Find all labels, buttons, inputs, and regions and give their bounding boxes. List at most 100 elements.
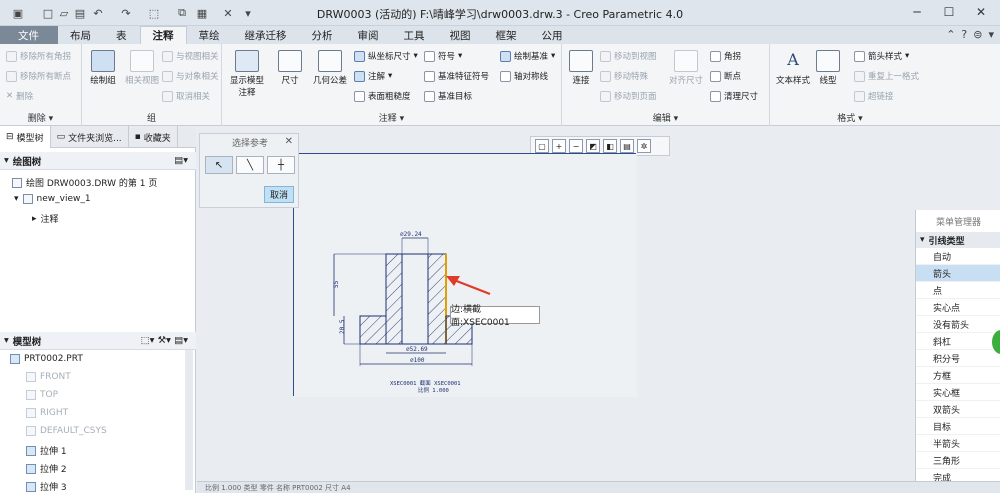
dim-text-base[interactable]: 20.5 [339, 319, 346, 334]
remove-all-jogs-button[interactable]: 移除所有角拐 [6, 50, 71, 62]
tab-table[interactable]: 表 [104, 26, 140, 44]
menu-item-box[interactable]: 方框 [916, 367, 1000, 384]
text-style-button[interactable]: A 文本样式 [774, 50, 812, 86]
tab-analysis[interactable]: 分析 [300, 26, 346, 44]
zoom-out-icon[interactable]: − [569, 139, 583, 153]
minimize-button[interactable]: ─ [906, 3, 928, 21]
tab-file[interactable]: 文件 [0, 26, 58, 44]
tab-folder-browser[interactable]: ▭ 文件夹浏览... [51, 126, 129, 148]
menu-item-arrow[interactable]: 箭头 [916, 265, 1000, 282]
menu-item-double-arrow[interactable]: 双箭头 [916, 401, 1000, 418]
search-icon[interactable]: ⊜ [973, 28, 982, 41]
display-style-icon[interactable]: ◧ [603, 139, 617, 153]
tab-layout[interactable]: 布局 [58, 26, 104, 44]
move-to-page-button[interactable]: 移动到页面 [600, 90, 657, 102]
draw-datum-button[interactable]: 绘制基准 ▾ [500, 50, 555, 62]
tree-item-annotations[interactable]: ▸ 注释 [32, 212, 59, 226]
drawing-tree-header[interactable]: ▾ 绘图树 ▤▾ [0, 152, 196, 170]
cleanup-dimensions-button[interactable]: 清理尺寸 [710, 90, 758, 102]
dim-text-bottom-2[interactable]: ⌀100 [410, 357, 425, 364]
dimension-button[interactable]: 尺寸 [272, 50, 308, 86]
align-dimensions-button[interactable]: 对齐尺寸 [666, 50, 706, 86]
object-related-button[interactable]: 与对象相关 [162, 70, 219, 82]
model-tree-tools-icon[interactable]: ⬚▾ ⚒▾ ▤▾ [141, 335, 188, 346]
minimize-ribbon-icon[interactable]: ⌃ [946, 28, 955, 41]
menu-item-slash[interactable]: 斜杠 [916, 333, 1000, 350]
tree-item-top[interactable]: TOP [26, 390, 58, 400]
repeat-last-format-button[interactable]: 重复上一格式 [854, 70, 919, 82]
move-special-button[interactable]: 移动特殊 [600, 70, 648, 82]
select-line-button[interactable]: ╲ [236, 156, 264, 174]
remove-all-breaks-button[interactable]: 移除所有断点 [6, 70, 71, 82]
tab-view[interactable]: 视图 [438, 26, 484, 44]
zoom-in-icon[interactable]: + [552, 139, 566, 153]
menu-item-dot[interactable]: 点 [916, 282, 1000, 299]
note-button[interactable]: 注解 ▾ [354, 70, 392, 82]
refit-icon[interactable]: ▢ [535, 139, 549, 153]
tab-model-tree[interactable]: ⊟ 模型树 [0, 126, 51, 148]
delete-button[interactable]: ✕ 删除 [6, 90, 33, 102]
maximize-button[interactable]: ☐ [938, 3, 960, 21]
connect-button[interactable]: 连接 [566, 50, 596, 86]
tree-item-drawing-sheet[interactable]: 绘图 DRW0003.DRW 的第 1 页 [12, 176, 157, 189]
delete-group-label[interactable]: 删除 ▾ [0, 111, 81, 124]
surface-finish-button[interactable]: 表面粗糙度 [354, 90, 411, 102]
menu-item-no-arrow[interactable]: 没有箭头 [916, 316, 1000, 333]
break-button[interactable]: 断点 [710, 70, 741, 82]
tab-legacy-migration[interactable]: 继承迁移 [233, 26, 300, 44]
edit-group-label[interactable]: 编辑 ▾ [562, 111, 769, 124]
select-pointer-button[interactable]: ↖ [205, 156, 233, 174]
annotation-group-label[interactable]: 注释 ▾ [222, 111, 561, 124]
tab-sketch[interactable]: 草绘 [187, 26, 233, 44]
tab-review[interactable]: 审阅 [346, 26, 392, 44]
menu-item-filled-box[interactable]: 实心框 [916, 384, 1000, 401]
tree-item-new-view[interactable]: ▾ new_view_1 [14, 194, 91, 204]
axis-symmetry-line-button[interactable]: 轴对称线 [500, 70, 548, 82]
datum-target-button[interactable]: 基准目标 [424, 90, 472, 102]
show-model-annotations-button[interactable]: 显示模型注释 [226, 50, 268, 98]
menu-item-filled-dot[interactable]: 实心点 [916, 299, 1000, 316]
dim-text-height[interactable]: 55 [333, 280, 340, 288]
annotation-display-icon[interactable]: ✲ [637, 139, 651, 153]
leader-type-header[interactable]: ▾ 引线类型 [916, 232, 1000, 248]
close-icon[interactable]: ✕ [285, 136, 293, 147]
dim-text-bottom-1[interactable]: ⌀52.69 [406, 346, 428, 353]
geometric-tolerance-button[interactable]: 几何公差 [308, 50, 352, 86]
move-to-view-button[interactable]: 移动到视图 [600, 50, 657, 62]
menu-item-half-arrow[interactable]: 半箭头 [916, 435, 1000, 452]
close-button[interactable]: ✕ [970, 3, 992, 21]
tab-frame[interactable]: 框架 [484, 26, 530, 44]
symbol-button[interactable]: 符号 ▾ [424, 50, 462, 62]
dim-text-top[interactable]: ⌀29.24 [400, 231, 422, 238]
tree-item-extrude-1[interactable]: 拉伸 1 [26, 444, 67, 457]
tab-annotate[interactable]: 注释 [139, 26, 187, 44]
tree-item-extrude-2[interactable]: 拉伸 2 [26, 462, 67, 475]
layer-icon[interactable]: ▤ [620, 139, 634, 153]
jog-button[interactable]: 角拐 [710, 50, 741, 62]
repaint-icon[interactable]: ◩ [586, 139, 600, 153]
help-icon[interactable]: ? [961, 28, 967, 41]
menu-item-triangle[interactable]: 三角形 [916, 452, 1000, 469]
format-group-label[interactable]: 格式 ▾ [770, 111, 930, 124]
tab-tools[interactable]: 工具 [392, 26, 438, 44]
model-tree-header[interactable]: ▾ 模型树 ⬚▾ ⚒▾ ▤▾ [0, 332, 196, 350]
arrow-style-button[interactable]: 箭头样式 ▾ [854, 50, 909, 62]
tree-item-front[interactable]: FRONT [26, 372, 71, 382]
tree-item-right[interactable]: RIGHT [26, 408, 68, 418]
line-style-button[interactable]: 线型 [814, 50, 842, 86]
view-related-button[interactable]: 与视图相关 [162, 50, 219, 62]
unrelate-button[interactable]: 取消相关 [162, 90, 210, 102]
datum-feature-symbol-button[interactable]: 基准特征符号 [424, 70, 489, 82]
tree-item-part[interactable]: PRT0002.PRT [10, 354, 83, 364]
menu-icon[interactable]: ▾ [988, 28, 994, 41]
draw-group-button[interactable]: 绘制组 [86, 50, 120, 86]
menu-item-auto[interactable]: 自动 [916, 248, 1000, 265]
cancel-button[interactable]: 取消 [264, 186, 294, 203]
tab-common[interactable]: 公用 [530, 26, 576, 44]
tree-item-extrude-3[interactable]: 拉伸 3 [26, 480, 67, 493]
related-view-button[interactable]: 相关视图 [122, 50, 162, 86]
menu-item-integral[interactable]: 积分号 [916, 350, 1000, 367]
menu-item-target[interactable]: 目标 [916, 418, 1000, 435]
ordinate-dimension-button[interactable]: 纵坐标尺寸 ▾ [354, 50, 418, 62]
tree-item-csys[interactable]: DEFAULT_CSYS [26, 426, 107, 436]
